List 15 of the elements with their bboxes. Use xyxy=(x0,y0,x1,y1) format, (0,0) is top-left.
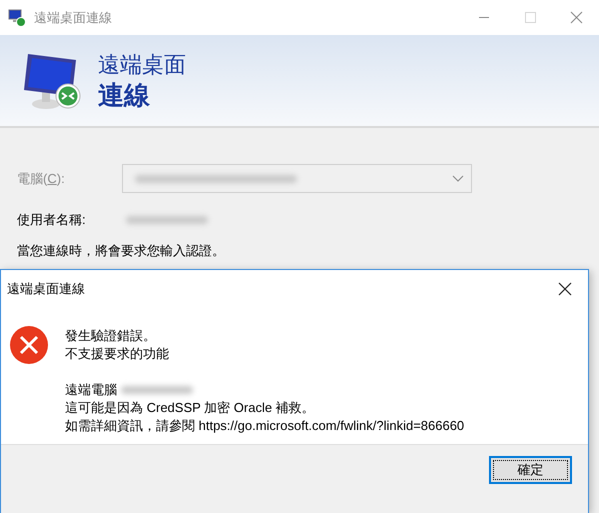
message-text: 遠端電腦 xyxy=(65,381,117,399)
info-text: 當您連線時，將會要求您輸入認證。 xyxy=(17,243,226,259)
header-title: 遠端桌面 xyxy=(98,50,186,78)
user-label: 使用者名稱: xyxy=(17,211,87,229)
header-subtitle: 連線 xyxy=(98,78,150,110)
message-text: 不支援要求的功能 xyxy=(65,345,170,363)
message-text: 如需詳細資訊，請參閱 https://go.microsoft.com/fwlink/?linkid=866660 xyxy=(65,417,464,435)
error-icon xyxy=(9,325,49,365)
message-text: 這可能是因為 CredSSP 加密 Oracle 補救。 xyxy=(65,399,316,417)
message-text: 發生驗證錯誤。 xyxy=(65,327,157,345)
computer-label: 電腦(C): xyxy=(17,170,66,188)
app-icon xyxy=(8,8,26,26)
window-title: 遠端桌面連線 xyxy=(34,8,113,26)
dialog-title: 遠端桌面連線 xyxy=(7,280,86,298)
ok-button[interactable]: 確定 xyxy=(489,456,572,484)
